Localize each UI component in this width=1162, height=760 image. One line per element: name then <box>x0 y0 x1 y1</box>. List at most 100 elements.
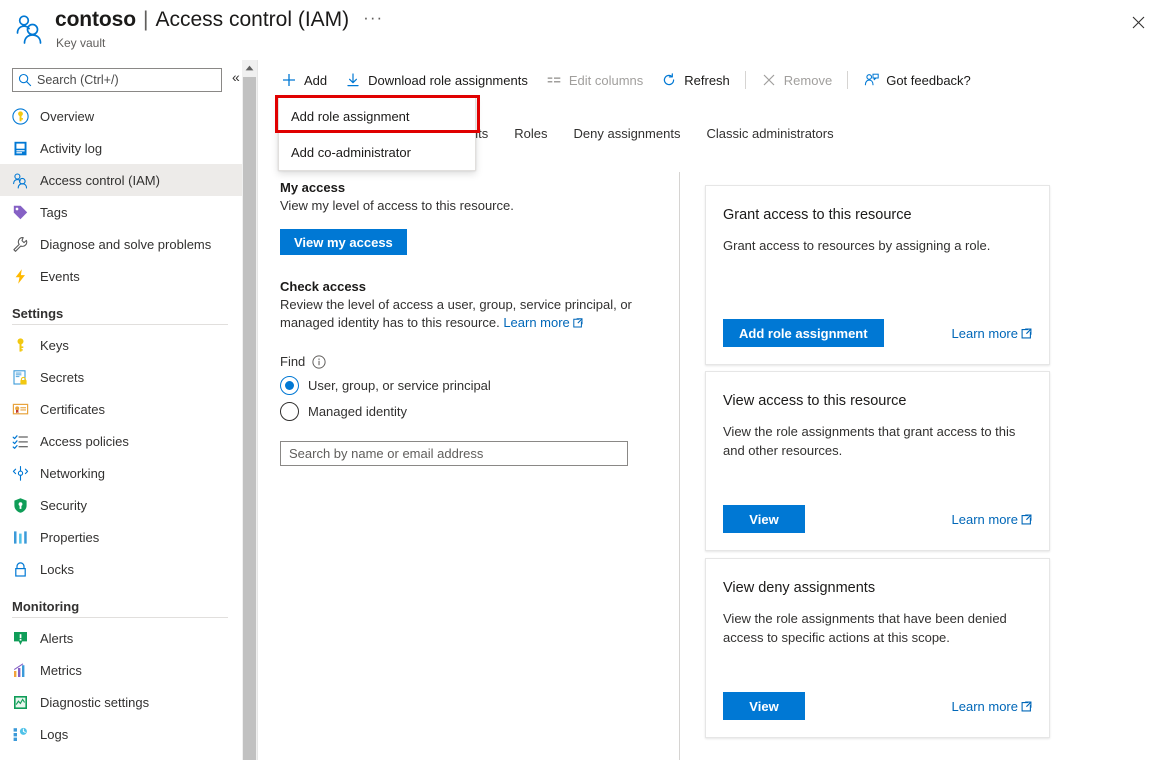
sidebar-item-overview[interactable]: Overview <box>0 100 242 132</box>
check-access-panel: My access View my level of access to thi… <box>280 180 670 466</box>
learn-more-label: Learn more <box>951 511 1018 527</box>
sidebar-scrollbar[interactable] <box>242 60 257 760</box>
sidebar-divider <box>257 60 258 760</box>
tab-deny-assignments[interactable]: Deny assignments <box>561 120 694 148</box>
sidebar-item-security[interactable]: Security <box>0 489 242 521</box>
sidebar-item-label: Networking <box>40 465 106 481</box>
radio-label: User, group, or service principal <box>308 378 491 393</box>
close-blade-button[interactable] <box>1122 6 1154 38</box>
card-description: View the role assignments that have been… <box>723 611 1007 645</box>
search-input[interactable] <box>12 68 222 92</box>
shield-icon <box>12 497 29 514</box>
radio-managed-identity[interactable]: Managed identity <box>280 402 670 421</box>
find-label: Find <box>280 354 306 369</box>
sidebar-item-alerts[interactable]: Alerts <box>0 622 242 654</box>
card-learn-more-link[interactable]: Learn more <box>952 326 1032 341</box>
menu-item-add-role-assignment[interactable]: Add role assignment <box>279 98 475 134</box>
refresh-icon <box>661 72 677 88</box>
sidebar-item-access-control[interactable]: Access control (IAM) <box>0 164 242 196</box>
external-link-icon <box>573 315 583 333</box>
view-my-access-button[interactable]: View my access <box>280 229 407 255</box>
card-learn-more-link[interactable]: Learn more <box>952 512 1032 527</box>
sidebar-item-locks[interactable]: Locks <box>0 553 242 585</box>
card-title: Grant access to this resource <box>723 207 912 223</box>
view-access-button[interactable]: View <box>723 505 805 533</box>
edit-columns-icon <box>546 72 562 88</box>
download-icon <box>345 72 361 88</box>
sidebar-item-certificates[interactable]: Certificates <box>0 393 242 425</box>
learn-more-label: Learn more <box>503 315 570 330</box>
sidebar-item-diagnostic-settings[interactable]: Diagnostic settings <box>0 686 242 718</box>
users-group-icon <box>13 12 47 46</box>
card-title: View deny assignments <box>723 580 876 596</box>
collapse-sidebar-button[interactable]: « <box>232 70 240 84</box>
card-description: View the role assignments that grant acc… <box>723 424 1016 458</box>
key-circle-icon <box>12 107 29 125</box>
sidebar-item-label: Diagnostic settings <box>40 694 150 710</box>
sidebar-item-keys[interactable]: Keys <box>0 329 242 361</box>
external-link-icon <box>1021 327 1032 342</box>
refresh-button[interactable]: Refresh <box>652 64 739 96</box>
card-learn-more-link[interactable]: Learn more <box>952 699 1032 714</box>
sidebar-item-metrics[interactable]: Metrics <box>0 654 242 686</box>
add-button[interactable]: Add <box>272 64 336 96</box>
learn-more-label: Learn more <box>951 325 1018 341</box>
check-access-title: Check access <box>280 279 367 294</box>
add-role-assignment-button[interactable]: Add role assignment <box>723 319 884 347</box>
sidebar-item-label: Metrics <box>40 662 82 678</box>
view-deny-assignments-button[interactable]: View <box>723 692 805 720</box>
scroll-up-arrow-icon[interactable] <box>242 60 257 75</box>
sidebar-item-label: Diagnose and solve problems <box>40 236 212 252</box>
blade-sidebar: « Overview <box>0 60 242 760</box>
tab-classic-administrators[interactable]: Classic administrators <box>693 120 846 148</box>
check-access-description: Review the level of access a user, group… <box>280 296 640 332</box>
check-access-learn-more-link[interactable]: Learn more <box>503 315 583 333</box>
menu-item-add-co-administrator[interactable]: Add co-administrator <box>279 134 475 170</box>
card-actions: View Learn more <box>723 505 1032 533</box>
close-x-icon <box>761 72 777 88</box>
sidebar-group-divider <box>12 617 228 618</box>
edit-columns-button[interactable]: Edit columns <box>537 64 652 96</box>
learn-more-label: Learn more <box>951 698 1018 714</box>
properties-bars-icon <box>12 529 29 546</box>
sidebar-item-label: Locks <box>40 561 74 577</box>
sidebar-nav-list: Overview Activity log Access control (IA… <box>0 100 242 750</box>
sidebar-item-label: Access control (IAM) <box>40 172 160 188</box>
more-options-button[interactable]: ··· <box>363 8 383 28</box>
sidebar-item-properties[interactable]: Properties <box>0 521 242 553</box>
sidebar-item-activity-log[interactable]: Activity log <box>0 132 242 164</box>
tag-icon <box>12 204 29 221</box>
policy-list-icon <box>12 433 29 450</box>
card-actions: View Learn more <box>723 692 1032 720</box>
sidebar-item-tags[interactable]: Tags <box>0 196 242 228</box>
sidebar-item-events[interactable]: Events <box>0 260 242 292</box>
download-role-assignments-button[interactable]: Download role assignments <box>336 64 537 96</box>
sidebar-item-networking[interactable]: Networking <box>0 457 242 489</box>
sidebar-item-access-policies[interactable]: Access policies <box>0 425 242 457</box>
my-access-description: View my level of access to this resource… <box>280 198 514 213</box>
radio-user-group-service-principal[interactable]: User, group, or service principal <box>280 376 670 395</box>
sidebar-item-label: Alerts <box>40 630 74 646</box>
remove-button[interactable]: Remove <box>752 64 841 96</box>
blade-header: contoso | Access control (IAM) ··· Key v… <box>0 0 1162 60</box>
sidebar-item-label: Overview <box>40 108 95 124</box>
got-feedback-button[interactable]: Got feedback? <box>854 64 980 96</box>
sidebar-item-secrets[interactable]: Secrets <box>0 361 242 393</box>
sidebar-search <box>12 68 222 92</box>
sidebar-item-label: Tags <box>40 204 68 220</box>
sidebar-item-diagnose-and-solve-problems[interactable]: Diagnose and solve problems <box>0 228 242 260</box>
radio-label: Managed identity <box>308 404 408 419</box>
content-column-divider <box>679 172 680 760</box>
my-access-title: My access <box>280 180 346 195</box>
networking-icon <box>12 465 29 482</box>
card-actions: Add role assignment Learn more <box>723 319 1032 347</box>
info-icon[interactable] <box>312 354 326 369</box>
logs-icon <box>12 726 29 743</box>
sidebar-item-logs[interactable]: Logs <box>0 718 242 750</box>
sidebar-item-label: Access policies <box>40 433 129 449</box>
refresh-label: Refresh <box>684 72 730 88</box>
scrollbar-thumb[interactable] <box>243 77 256 760</box>
tab-roles[interactable]: Roles <box>501 120 560 148</box>
principal-search-input[interactable] <box>280 441 628 466</box>
card-title: View access to this resource <box>723 393 907 409</box>
